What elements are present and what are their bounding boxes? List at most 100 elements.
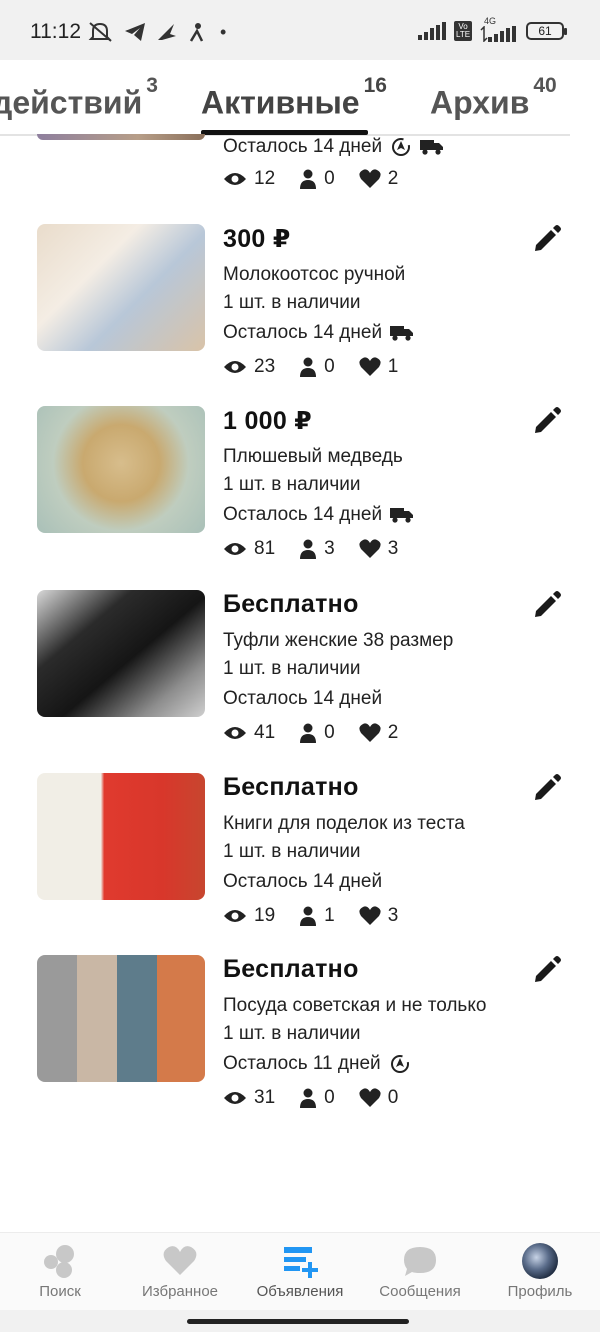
nav-favorites[interactable]: Избранное: [120, 1233, 240, 1311]
remaining-days: Осталось 14 дней: [223, 136, 383, 157]
heart-icon: [359, 1088, 381, 1107]
edit-pencil-icon: [535, 591, 561, 617]
remaining-days: Осталось 14 дней: [223, 504, 383, 525]
tab-active[interactable]: Активные 16: [201, 74, 387, 122]
listing-title: Туфли женские 38 размер: [223, 630, 454, 651]
favorites-stat: 1: [359, 356, 398, 378]
tab-inactive[interactable]: действий 3: [0, 74, 158, 122]
edit-pencil-icon: [535, 956, 561, 982]
eye-icon: [224, 910, 246, 922]
tab-count: 40: [533, 74, 557, 97]
edit-pencil-icon: [535, 774, 561, 800]
edit-button[interactable]: [532, 406, 562, 436]
nav-profile[interactable]: Профиль: [480, 1233, 600, 1311]
favorites-stat: 2: [359, 722, 398, 744]
remaining-days: Осталось 11 дней: [223, 1053, 381, 1074]
edit-button[interactable]: [532, 955, 562, 985]
person-icon: [300, 169, 317, 189]
tab-label: Архив: [430, 84, 530, 121]
favorites-stat: 2: [359, 168, 398, 190]
eye-icon: [224, 361, 246, 373]
listing-stats: 19 1 3: [223, 905, 422, 927]
heart-icon: [359, 169, 381, 188]
nav-search[interactable]: Поиск: [0, 1233, 120, 1311]
bottom-navigation: Поиск Избранное Объявления Сообщения Про…: [0, 1232, 600, 1310]
views-stat: 19: [223, 905, 275, 927]
listing-stats: 81 3 3: [223, 538, 422, 560]
eye-icon: [224, 727, 246, 739]
edit-pencil-icon: [535, 225, 561, 251]
active-tab-indicator: [201, 130, 368, 135]
listing-stock: 1 шт. в наличии: [223, 1023, 361, 1044]
listing-stock: 1 шт. в наличии: [223, 292, 361, 313]
remaining-days: Осталось 14 дней: [223, 322, 383, 343]
views-stat: 41: [223, 722, 275, 744]
listing-title: Книги для поделок из теста: [223, 813, 465, 834]
listing-card[interactable]: 300 ₽ Молокоотсос ручной 1 шт. в наличии Ос…: [0, 224, 600, 389]
remaining-days: Осталось 14 дней: [223, 688, 383, 709]
auto-renew-icon: [392, 138, 411, 156]
nav-messages[interactable]: Сообщения: [360, 1233, 480, 1311]
chat-bubble-icon: [404, 1247, 436, 1276]
listing-card-partial[interactable]: Осталось 14 дней 12 0 2: [0, 134, 600, 196]
volte-badge: Vo LTE: [454, 21, 472, 41]
avatar: [522, 1243, 558, 1279]
breast-pump-box-photo[interactable]: [37, 224, 205, 351]
network-type: 4G: [484, 16, 497, 26]
delivery-truck-icon: [390, 508, 414, 523]
listing-card[interactable]: 1 000 ₽ Плюшевый медведь 1 шт. в наличии Ос…: [0, 406, 600, 571]
person-icon: [300, 906, 317, 926]
contacts-stat: 3: [299, 538, 335, 560]
black-heels-photo[interactable]: [37, 590, 205, 717]
listing-stock: 1 шт. в наличии: [223, 841, 361, 862]
location-person-icon: [189, 23, 204, 42]
contacts-stat: 0: [299, 168, 335, 190]
person-icon: [300, 1088, 317, 1108]
listings-add-icon: [284, 1247, 318, 1278]
home-indicator: [187, 1319, 409, 1324]
listing-title: Молокоотсос ручной: [223, 264, 406, 285]
signal-icon: [418, 22, 446, 40]
listing-price: Бесплатно: [223, 955, 359, 983]
listing-card[interactable]: Бесплатно Туфли женские 38 размер 1 шт. в …: [0, 590, 600, 755]
craft-books-photo[interactable]: [37, 773, 205, 900]
contacts-stat: 0: [299, 356, 335, 378]
listing-card[interactable]: Бесплатно Посуда советская и не только 1 ш…: [0, 955, 600, 1120]
partial-thumb: [37, 134, 205, 140]
tab-count: 3: [146, 74, 158, 97]
edit-button[interactable]: [532, 590, 562, 620]
delivery-truck-icon: [420, 140, 444, 155]
gesture-bar: [0, 1310, 600, 1332]
contacts-stat: 0: [299, 722, 335, 744]
eye-icon: [224, 1092, 246, 1104]
status-bar: 11:12 • Vo LTE 4G 61: [0, 0, 600, 60]
tab-label: Активные: [201, 84, 360, 121]
listing-title: Плюшевый медведь: [223, 446, 403, 467]
remaining-days: Осталось 14 дней: [223, 871, 383, 892]
dishes-collage-photo[interactable]: [37, 955, 205, 1082]
listing-stats: 23 0 1: [223, 356, 422, 378]
auto-renew-icon: [390, 1055, 409, 1073]
heart-icon: [359, 539, 381, 558]
edit-pencil-icon: [535, 407, 561, 433]
nav-listings[interactable]: Объявления: [240, 1233, 360, 1311]
listing-stats: 41 0 2: [223, 722, 422, 744]
contacts-stat: 0: [299, 1087, 335, 1109]
teddy-bear-photo[interactable]: [37, 406, 205, 533]
listing-card[interactable]: Бесплатно Книги для поделок из теста 1 шт.…: [0, 773, 600, 938]
edit-button[interactable]: [532, 773, 562, 803]
favorites-stat: 3: [359, 905, 398, 927]
dot-icon: •: [220, 21, 227, 42]
views-stat: 12: [223, 168, 275, 190]
favorites-stat: 0: [359, 1087, 398, 1109]
telegram-icon: [125, 23, 145, 41]
search-blobs-icon: [44, 1245, 74, 1278]
battery-indicator: 61: [526, 22, 567, 40]
views-stat: 23: [223, 356, 275, 378]
tab-archive[interactable]: Архив 40: [430, 74, 557, 122]
listing-title: Посуда советская и не только: [223, 995, 487, 1016]
views-stat: 31: [223, 1087, 275, 1109]
heart-icon: [163, 1246, 197, 1275]
person-icon: [300, 539, 317, 559]
edit-button[interactable]: [532, 224, 562, 254]
